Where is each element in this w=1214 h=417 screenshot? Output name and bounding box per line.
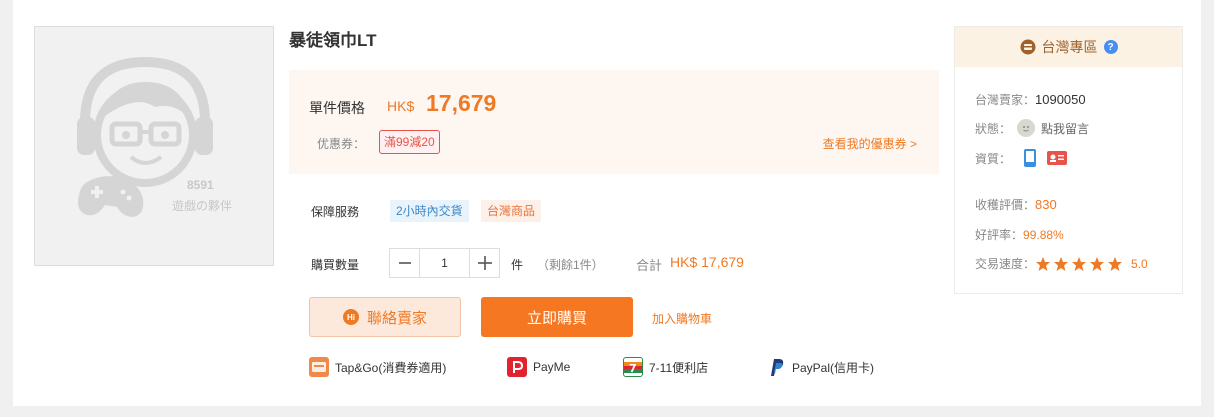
seller-id-value: 1090050 [1035,92,1086,107]
product-title: 暴徒領巾LT [289,31,377,50]
positive-rate-label: 好評率： [975,228,1024,242]
speed-row: 交易速度： 5.0 [975,255,1148,272]
payment-label: Tap&Go(消費券適用) [335,360,447,375]
quantity-stepper [389,248,500,278]
plus-icon [477,256,492,270]
seller-status-row: 狀態： 點我留言 [975,119,1089,137]
price-label: 單件價格 [309,100,365,116]
speed-label: 交易速度： [975,257,1036,271]
seller-panel: 台灣專區 ? 台灣賣家： 1090050 狀態： 點我留言 資質： 收穫評價： … [954,26,1183,294]
star-icon [1090,256,1105,271]
quantity-label: 購買數量 [311,258,360,272]
seven-eleven-icon: 7 [623,357,643,377]
add-to-cart-link[interactable]: 加入購物車 [652,310,712,327]
positive-rate-value: 99.88% [1023,227,1064,242]
total-label: 合計 [636,258,663,273]
positive-rate-row: 好評率： 99.88% [975,226,1064,243]
status-label: 狀態： [975,121,1012,136]
paypal-icon [766,357,786,377]
smiley-face-icon [1017,119,1036,137]
minus-icon [398,262,411,264]
payme-icon [507,357,527,377]
rating-count-label: 收穫評價： [975,198,1036,212]
quantity-unit: 件 [511,258,524,272]
rating-count-value[interactable]: 830 [1035,197,1057,212]
buy-now-label: 立即購買 [526,309,587,327]
mascot-placeholder-icon [77,56,213,217]
price-value: 17,679 [426,90,497,116]
phone-verified-icon [1024,149,1037,167]
price-panel: 單件價格 HK$ 17,679 优惠券： 滿99減20 查看我的優惠券 > [289,70,939,174]
star-icon [1054,256,1069,271]
rating-count-row: 收穫評價： 830 [975,196,1057,213]
payment-label: PayMe [533,360,571,374]
star-icon [1036,256,1051,271]
id-card-verified-icon [1047,151,1068,165]
decrease-quantity-button[interactable] [390,249,420,277]
payment-label: 7-11便利店 [649,360,709,375]
payment-paypal: PayPal(信用卡) [766,357,874,377]
star-icon [1108,256,1123,271]
payment-tapgo: Tap&Go(消費券適用) [309,357,446,377]
hi-chat-icon: Hi [342,309,359,325]
stock-remaining: （剩餘1件） [537,258,604,272]
contact-seller-button[interactable]: Hi 聯絡賣家 [309,297,461,337]
service-label: 保障服務 [311,205,360,219]
seller-panel-header: 台灣專區 ? [955,27,1182,67]
total-value: HK$ 17,679 [670,254,744,270]
tapgo-icon [309,357,329,377]
buy-now-button[interactable]: 立即購買 [481,297,633,337]
seller-id-label: 台灣賣家： [975,93,1036,107]
speed-stars [1035,256,1125,272]
coupon-tag[interactable]: 滿99減20 [379,130,440,154]
view-coupons-link[interactable]: 查看我的優惠券 > [823,135,917,152]
verify-label: 資質： [975,151,1012,166]
badge-taiwan-product: 台灣商品 [481,200,542,222]
price-currency: HK$ [387,98,415,114]
svg-text:7: 7 [629,362,637,375]
help-icon[interactable]: ? [1103,40,1118,54]
placeholder-number: 8591 [187,178,214,192]
contact-seller-label: 聯絡賣家 [366,309,427,327]
star-icon [1072,256,1087,271]
placeholder-text: 遊戲の夥伴 [172,199,233,213]
payment-711: 7 7-11便利店 [623,357,708,377]
quantity-input[interactable] [420,249,469,277]
seller-panel-title: 台灣專區 [1041,39,1098,55]
message-seller-link[interactable]: 點我留言 [1041,120,1089,137]
increase-quantity-button[interactable] [469,249,499,277]
payment-label: PayPal(信用卡) [792,360,875,375]
speed-score: 5.0 [1131,256,1148,271]
coupon-label: 优惠券： [317,137,366,151]
product-image[interactable]: 8591 遊戲の夥伴 [34,26,274,266]
seller-id-row: 台灣賣家： 1090050 [975,91,1086,108]
shop-icon [1020,39,1035,55]
payment-payme: PayMe [507,357,570,377]
seller-verify-row: 資質： [975,149,1068,167]
badge-fast-delivery: 2小時內交貨 [390,200,469,222]
